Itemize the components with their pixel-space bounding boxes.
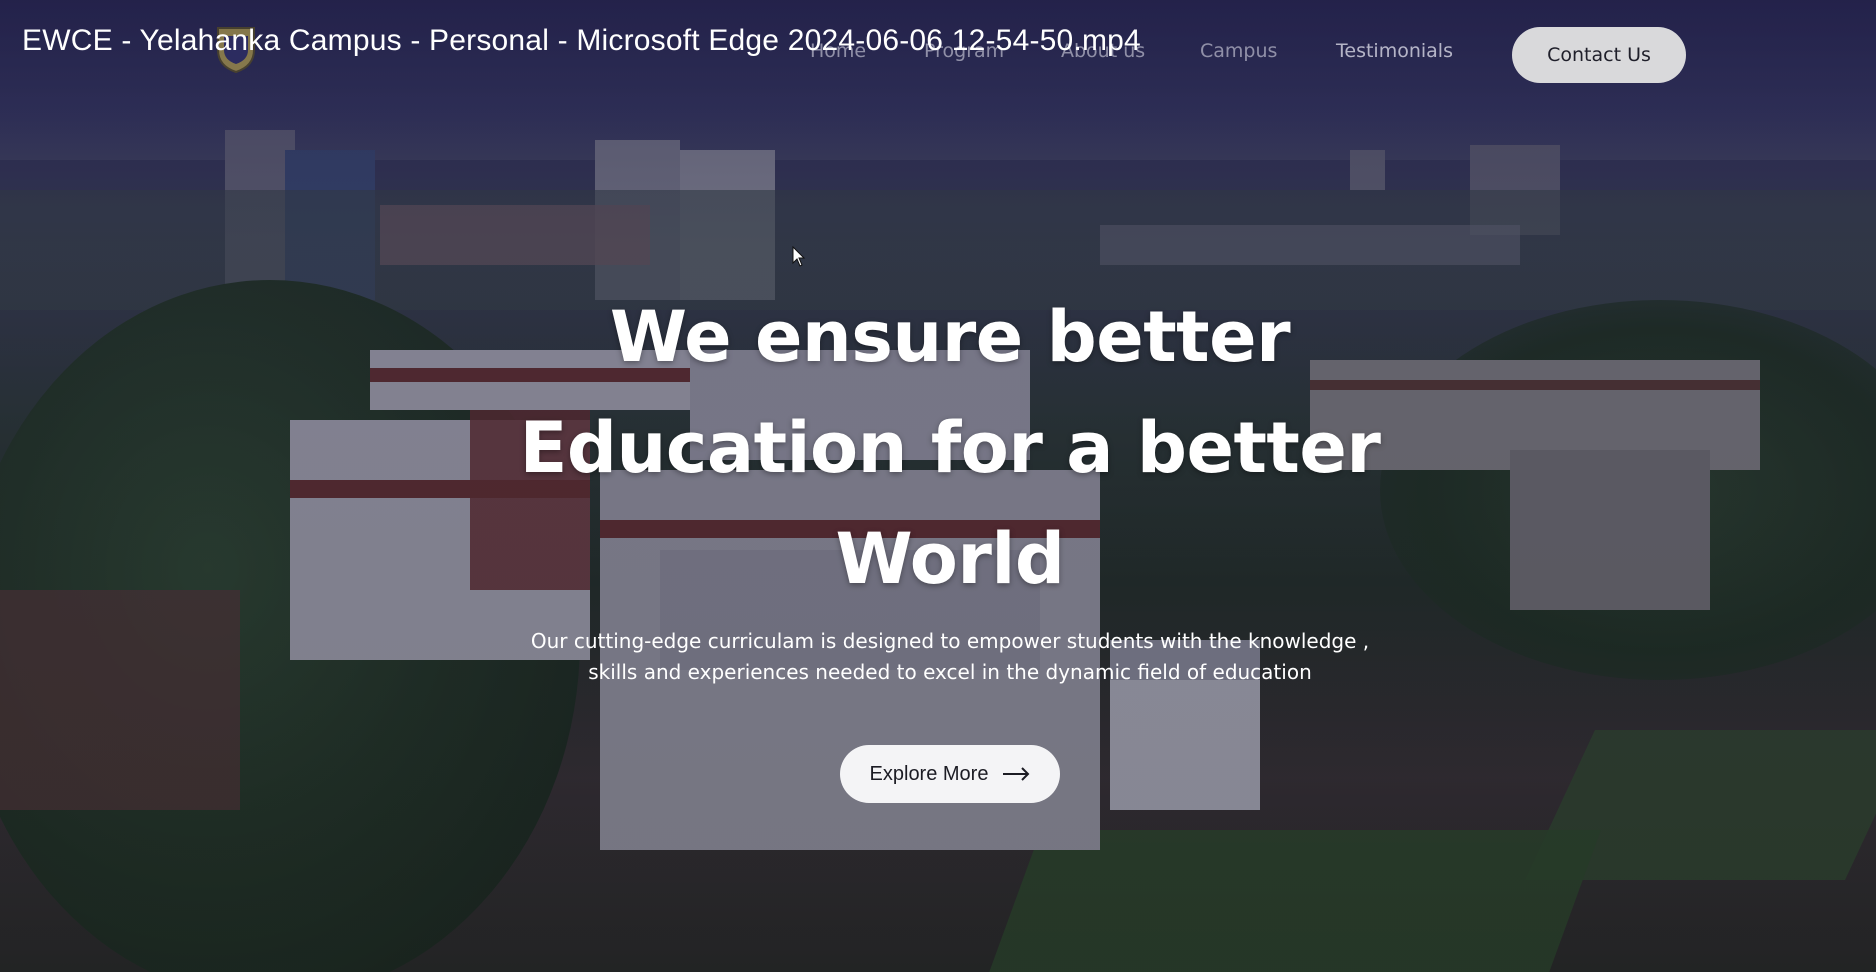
arrow-right-icon xyxy=(1003,767,1030,781)
mouse-cursor-icon xyxy=(792,246,806,267)
hero-section: EWCE - Yelahanka Campus - Personal - Mic… xyxy=(0,0,1876,972)
explore-more-button[interactable]: Explore More xyxy=(840,745,1060,803)
hero-heading-line-3: World xyxy=(835,518,1065,600)
video-title: EWCE - Yelahanka Campus - Personal - Mic… xyxy=(22,24,1141,57)
nav-link-campus[interactable]: Campus xyxy=(1200,40,1277,62)
hero-heading-line-2: Education for a better xyxy=(519,407,1381,489)
explore-more-label: Explore More xyxy=(869,762,989,785)
hero-subtitle: Our cutting-edge curriculam is designed … xyxy=(530,629,1370,684)
hero-heading-line-1: We ensure better xyxy=(609,296,1291,378)
hero-heading: We ensure better Education for a better … xyxy=(440,282,1460,615)
nav-link-testimonials[interactable]: Testimonials xyxy=(1336,40,1453,62)
contact-us-button[interactable]: Contact Us xyxy=(1512,27,1686,83)
